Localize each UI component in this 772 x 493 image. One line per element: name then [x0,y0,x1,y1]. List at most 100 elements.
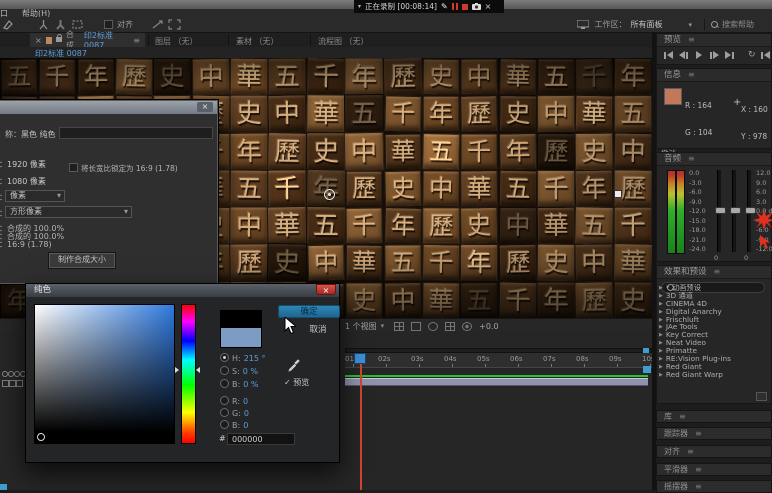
blue-radio[interactable] [220,420,229,429]
play-button[interactable] [694,50,704,60]
eyedropper-icon[interactable] [287,358,301,374]
effects-category-row[interactable]: Digital Anarchy [659,308,769,316]
tab-footage[interactable]: 素材 （无） [236,36,279,47]
panel-menu-icon[interactable]: ≡ [688,35,695,44]
info-panel-title[interactable]: 信息 [664,70,681,80]
channel-icon[interactable] [445,322,455,331]
pause-recording-icon[interactable] [452,3,458,10]
make-comp-size-button[interactable]: 制作合成大小 [49,253,115,268]
current-time-indicator[interactable] [354,353,366,364]
pixel-aspect-dropdown[interactable]: 方形像素 ▾ [5,206,132,218]
timeline-corner-handle[interactable] [0,484,7,490]
collapsed-panel-3[interactable]: 对齐≡ [656,445,772,458]
lock-aspect-checkbox[interactable] [69,163,78,172]
collapsed-panel-4[interactable]: 平滑器≡ [656,463,772,476]
effects-category-row[interactable]: Key Correct [659,331,769,339]
expand-tool-icon[interactable] [168,19,181,30]
panel-menu-icon[interactable]: ≡ [695,465,702,474]
loop-icon[interactable]: ↻ [748,50,756,60]
color-picker-titlebar[interactable]: 纯色 × [26,284,339,297]
effects-category-row[interactable]: * 动画预设 [659,284,769,292]
hue-arrow-right-icon[interactable] [196,367,200,373]
width-value[interactable]: 1920 像素 [7,160,46,169]
name-input[interactable] [59,127,213,139]
brightness-radio[interactable] [220,379,229,388]
last-frame-button[interactable] [725,50,735,60]
hex-input[interactable]: 000000 [227,433,295,445]
panel-menu-icon[interactable]: ≡ [714,267,721,276]
tab-flowchart[interactable]: 流程图 （无） [318,36,369,47]
grid-options-icon[interactable] [394,322,404,331]
scale-tool-icon[interactable] [151,19,164,30]
recorder-menu-icon[interactable]: ▾ [358,3,361,10]
workspace-selector[interactable]: 所有面板 [630,19,662,30]
height-value[interactable]: 1080 像素 [7,177,46,186]
time-ruler[interactable]: 01s02s03s04s05s06s07s08s09s10s [345,353,652,368]
stop-recording-icon[interactable] [462,4,468,10]
brightness-value[interactable]: 0 % [243,380,258,389]
tab-panel-menu-icon[interactable]: ≡ [133,36,140,45]
blue-value[interactable]: 0 [243,421,248,430]
panel-menu-icon[interactable]: ≡ [695,429,702,438]
panel-menu-icon[interactable]: ≡ [679,412,686,421]
effects-category-row[interactable]: JAe Tools [659,323,769,331]
pen-tool-icon[interactable] [2,19,15,30]
slider-thumb[interactable] [715,207,726,214]
label-switch-icon[interactable] [2,380,9,387]
effects-category-row[interactable]: Neat Video [659,339,769,347]
mask-visibility-icon[interactable] [428,322,438,331]
preview-panel-title[interactable]: 预览 [664,35,681,45]
hue-radio[interactable] [220,353,229,362]
layer-duration-bar[interactable] [345,378,648,386]
panel-menu-icon[interactable]: ≡ [688,70,695,79]
quality-switch-icon[interactable] [16,380,23,387]
effects-category-row[interactable]: Red Giant Warp [659,371,769,379]
panel-menu-icon[interactable]: ≡ [688,154,695,163]
hue-strip[interactable] [181,304,196,444]
saturation-brightness-field[interactable] [34,304,175,444]
red-value[interactable]: 0 [243,397,248,406]
effects-category-row[interactable]: Primatte [659,347,769,355]
region-of-interest-icon[interactable] [411,322,421,331]
audio-panel-title[interactable]: 音频 [664,154,681,164]
layer-anchor-point[interactable] [324,189,335,200]
tab-close-icon[interactable]: × [35,36,42,45]
green-radio[interactable] [220,408,229,417]
panel-grip-icon[interactable] [756,392,767,401]
exposure-icon[interactable] [462,322,472,331]
collapsed-panel-2[interactable]: 跟踪器≡ [656,427,772,440]
audio-slider-right[interactable] [747,170,751,252]
panel-menu-icon[interactable]: ≡ [687,447,694,456]
units-dropdown[interactable]: 像素 ▾ [5,190,65,202]
effects-panel-title[interactable]: 效果和预设 [664,267,707,277]
color-field-selector[interactable] [37,433,45,441]
effects-category-row[interactable]: Red Giant [659,363,769,371]
effects-category-row[interactable]: CINEMA 4D [659,300,769,308]
pen-icon[interactable]: ✎ [441,2,448,11]
effects-category-row[interactable]: Frischluft [659,316,769,324]
audio-mute-icon[interactable] [761,50,771,60]
layer-selection-handle[interactable] [614,190,622,198]
view-layout-selector[interactable]: 1 个视图 [345,321,377,332]
collapsed-panel-1[interactable]: 库≡ [656,410,772,423]
cancel-button[interactable]: 取消 [296,324,340,336]
previous-frame-button[interactable] [678,50,688,60]
view-layout-dropdown-icon[interactable]: ▾ [381,322,385,330]
collapsed-panel-5[interactable]: 摇摆器≡ [656,480,772,493]
work-area-end-marker[interactable] [643,366,651,373]
align-checkbox[interactable] [104,20,113,29]
tab-composition[interactable]: × 合成 印2标准 0087 ≡ [30,33,145,47]
camera-icon[interactable] [472,3,481,10]
slider-thumb[interactable] [730,207,741,214]
workspace-dropdown-icon[interactable]: ▾ [688,21,692,29]
effects-category-row[interactable]: 3D 通道 [659,292,769,300]
exposure-value[interactable]: +0.0 [479,322,498,331]
first-frame-button[interactable] [663,50,673,60]
saturation-radio[interactable] [220,366,229,375]
camera-tool-icon[interactable] [37,19,50,30]
dialog-close-button[interactable]: × [316,284,336,295]
green-value[interactable]: 0 [244,409,249,418]
tab-layer[interactable]: 图层 （无） [155,36,198,47]
solid-settings-titlebar[interactable]: × [0,101,217,114]
blend-switch-icon[interactable] [9,380,16,387]
